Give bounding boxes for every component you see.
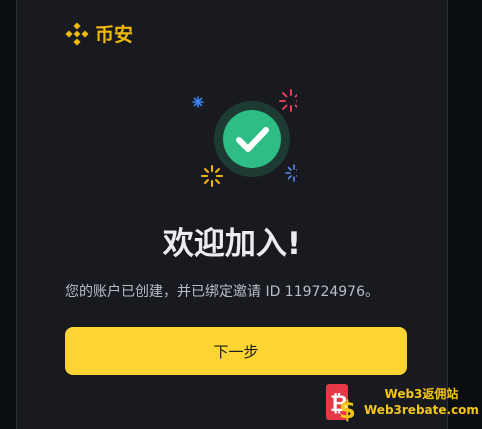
sparkle-icon (201, 165, 223, 187)
brand-logo[interactable]: 币安 (65, 20, 133, 47)
account-created-message: 您的账户已创建，并已绑定邀请 ID 119724976。 (65, 284, 379, 300)
watermark-title: Web3返佣站 (384, 387, 459, 401)
binance-diamond-icon (65, 21, 89, 46)
page-title: 欢迎加入! (162, 226, 302, 262)
next-step-button[interactable]: 下一步 (65, 327, 407, 375)
signup-success-card: 币安 欢迎加入! 您的账户已创建，并已绑定邀请 ID 119724976。 下一… (16, 0, 448, 429)
svg-text:$: $ (339, 396, 356, 424)
dollar-bitcoin-icon: ₿ $ (326, 384, 356, 424)
brand-name: 币安 (95, 24, 134, 46)
watermark-url: Web3rebate.com (364, 403, 479, 417)
sparkle-icon (279, 89, 297, 112)
sparkle-icon (285, 164, 297, 182)
next-step-label: 下一步 (213, 342, 259, 361)
watermark: ₿ $ Web3返佣站 Web3rebate.com (324, 378, 480, 426)
success-illustration (192, 89, 297, 187)
sparkle-icon (192, 96, 204, 108)
success-check-icon (223, 110, 281, 168)
